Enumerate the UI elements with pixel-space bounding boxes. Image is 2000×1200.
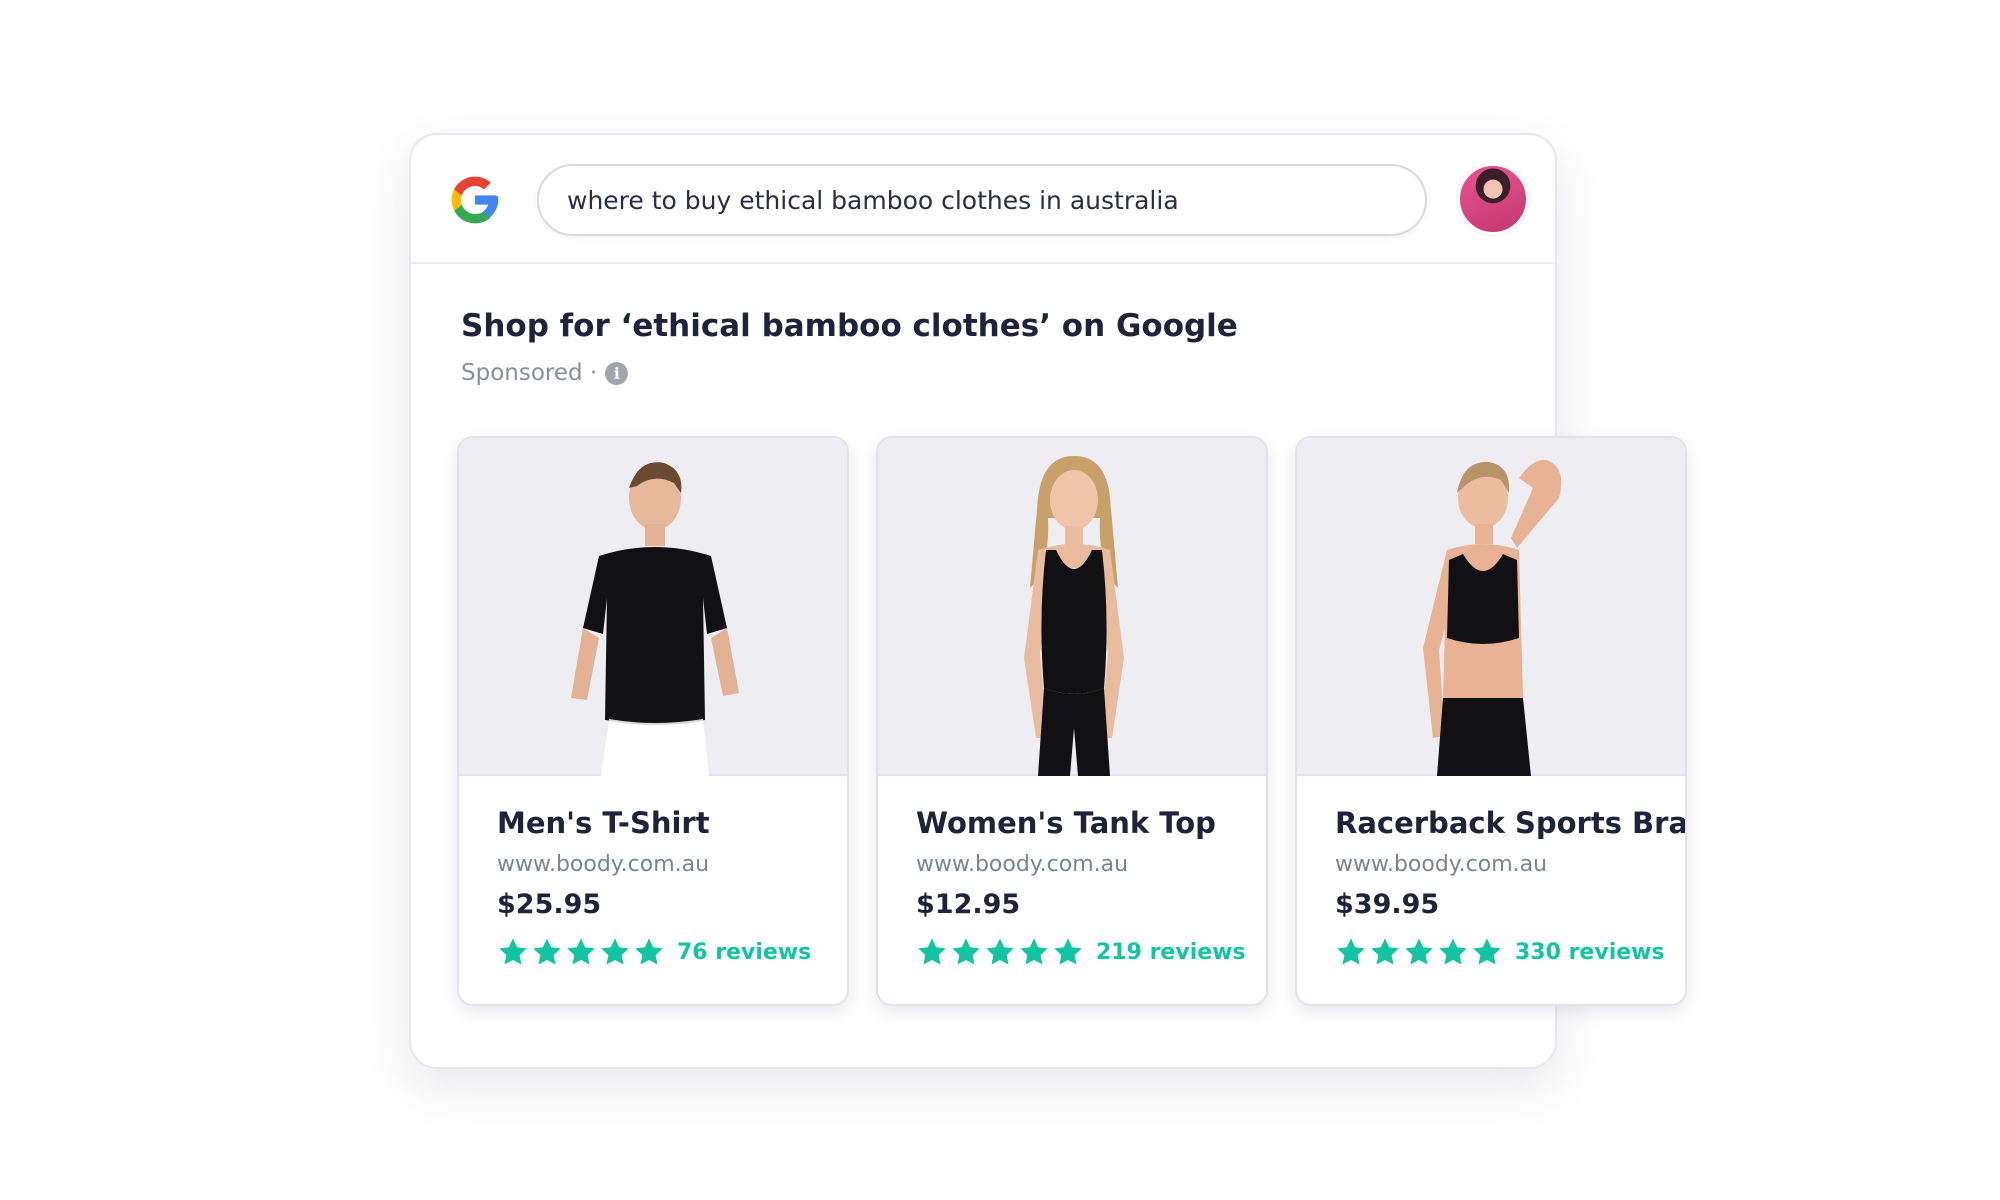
star-icon [533,938,561,965]
shopping-section-title: Shop for ‘ethical bamboo clothes’ on Goo… [461,308,1238,344]
sponsored-label: Sponsored · i [461,360,629,386]
star-icon [952,938,980,965]
star-icon [635,938,663,965]
product-url[interactable]: www.boody.com.au [497,852,709,877]
star-icon [986,938,1014,965]
product-price: $12.95 [916,889,1021,920]
review-count[interactable]: 76 reviews [677,940,811,965]
star-rating [1335,936,1503,968]
product-card[interactable]: Racerback Sports Bra www.boody.com.au $3… [1295,436,1687,1006]
user-avatar[interactable] [1457,163,1529,235]
info-icon[interactable]: i [605,361,629,385]
product-image-womens-tank-top[interactable] [878,438,1266,776]
star-icon [1439,938,1467,965]
sponsored-text: Sponsored · [461,360,598,386]
star-icon [918,938,946,965]
product-title[interactable]: Men's T-Shirt [497,806,710,840]
star-icon [1473,938,1501,965]
product-title[interactable]: Racerback Sports Bra [1335,806,1685,840]
product-url[interactable]: www.boody.com.au [1335,852,1547,877]
google-g-icon[interactable] [447,172,503,228]
search-header: where to buy ethical bamboo clothes in a… [411,135,1555,264]
product-rating: 219 reviews [916,936,1246,968]
product-url[interactable]: www.boody.com.au [916,852,1128,877]
product-image-racerback-sports-bra[interactable] [1297,438,1685,776]
stage: where to buy ethical bamboo clothes in a… [0,0,2000,1200]
star-icon [1054,938,1082,965]
star-icon [1371,938,1399,965]
product-price: $25.95 [497,889,602,920]
star-icon [567,938,595,965]
search-input[interactable]: where to buy ethical bamboo clothes in a… [537,164,1427,236]
star-icon [499,938,527,965]
product-card[interactable]: Women's Tank Top www.boody.com.au $12.95… [876,436,1268,1006]
star-icon [1405,938,1433,965]
product-rating: 76 reviews [497,936,811,968]
review-count[interactable]: 330 reviews [1515,940,1665,965]
star-icon [601,938,629,965]
star-icon [1020,938,1048,965]
product-title[interactable]: Women's Tank Top [916,806,1216,840]
product-card[interactable]: Men's T-Shirt www.boody.com.au $25.95 76… [457,436,849,1006]
review-count[interactable]: 219 reviews [1096,940,1246,965]
star-rating [916,936,1084,968]
product-image-mens-tshirt[interactable] [459,438,847,776]
product-rating: 330 reviews [1335,936,1665,968]
star-rating [497,936,665,968]
product-price: $39.95 [1335,889,1440,920]
star-icon [1337,938,1365,965]
